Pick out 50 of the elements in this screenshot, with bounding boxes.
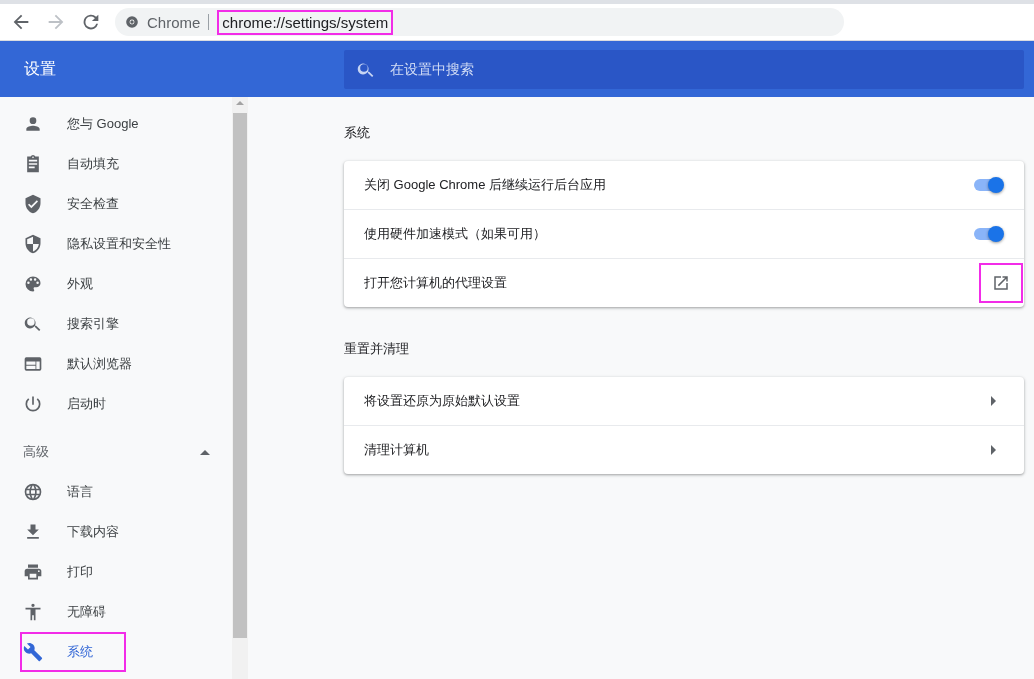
url-text: chrome://settings/system bbox=[217, 9, 394, 35]
person-icon bbox=[23, 114, 43, 134]
scrollbar[interactable] bbox=[232, 97, 248, 679]
settings-row[interactable]: 清理计算机 bbox=[344, 425, 1024, 474]
settings-row[interactable]: 将设置还原为原始默认设置 bbox=[344, 377, 1024, 425]
search-field[interactable]: 在设置中搜索 bbox=[344, 49, 1024, 89]
chrome-logo-icon bbox=[125, 15, 139, 29]
advanced-toggle[interactable]: 高级 bbox=[0, 432, 232, 472]
address-bar[interactable]: Chrome chrome://settings/system bbox=[115, 8, 844, 36]
sidebar-item[interactable]: 启动时 bbox=[0, 384, 200, 424]
scrollbar-thumb[interactable] bbox=[233, 113, 247, 638]
toggle-switch[interactable] bbox=[974, 175, 1004, 195]
settings-row[interactable]: 使用硬件加速模式（如果可用） bbox=[344, 209, 1024, 258]
row-label: 打开您计算机的代理设置 bbox=[364, 274, 507, 292]
sidebar-item[interactable]: 安全检查 bbox=[0, 184, 200, 224]
palette-icon bbox=[23, 274, 43, 294]
arrow-right-icon bbox=[991, 396, 996, 406]
row-label: 将设置还原为原始默认设置 bbox=[364, 392, 520, 410]
sidebar-item[interactable]: 隐私设置和安全性 bbox=[0, 224, 200, 264]
browser-window-icon bbox=[23, 354, 43, 374]
external-link-icon[interactable] bbox=[992, 274, 1010, 292]
sidebar-item[interactable]: 语言 bbox=[0, 472, 200, 512]
sidebar-item[interactable]: 外观 bbox=[0, 264, 200, 304]
site-label: Chrome bbox=[147, 13, 201, 31]
sidebar-item[interactable]: 自动填充 bbox=[0, 144, 200, 184]
shield-icon bbox=[23, 234, 43, 254]
shield-check-icon bbox=[23, 194, 43, 214]
printer-icon bbox=[23, 562, 43, 582]
accessibility-icon bbox=[23, 602, 43, 622]
arrow-right-icon bbox=[991, 445, 996, 455]
row-label: 关闭 Google Chrome 后继续运行后台应用 bbox=[364, 176, 606, 194]
toggle-switch[interactable] bbox=[974, 224, 1004, 244]
sidebar-item[interactable]: 打印 bbox=[0, 552, 200, 592]
row-label: 使用硬件加速模式（如果可用） bbox=[364, 225, 546, 243]
sidebar-item[interactable]: 无障碍 bbox=[0, 592, 200, 632]
row-label: 清理计算机 bbox=[364, 441, 429, 459]
sidebar-item[interactable]: 系统 bbox=[20, 632, 126, 672]
settings-row[interactable]: 关闭 Google Chrome 后继续运行后台应用 bbox=[344, 161, 1024, 209]
sidebar-item[interactable]: 下载内容 bbox=[0, 512, 200, 552]
section-title: 系统 bbox=[344, 124, 371, 142]
wrench-icon bbox=[23, 642, 43, 662]
sidebar-item[interactable]: 您与 Google bbox=[0, 104, 200, 144]
settings-row[interactable]: 打开您计算机的代理设置 bbox=[344, 258, 1024, 307]
globe-icon bbox=[23, 482, 43, 502]
section-title: 重置并清理 bbox=[344, 340, 410, 358]
sidebar-item[interactable]: 默认浏览器 bbox=[0, 344, 200, 384]
sidebar-item[interactable]: 搜索引擎 bbox=[0, 304, 200, 344]
page-title: 设置 bbox=[23, 58, 57, 79]
power-icon bbox=[23, 394, 43, 414]
caret-icon bbox=[200, 449, 210, 455]
